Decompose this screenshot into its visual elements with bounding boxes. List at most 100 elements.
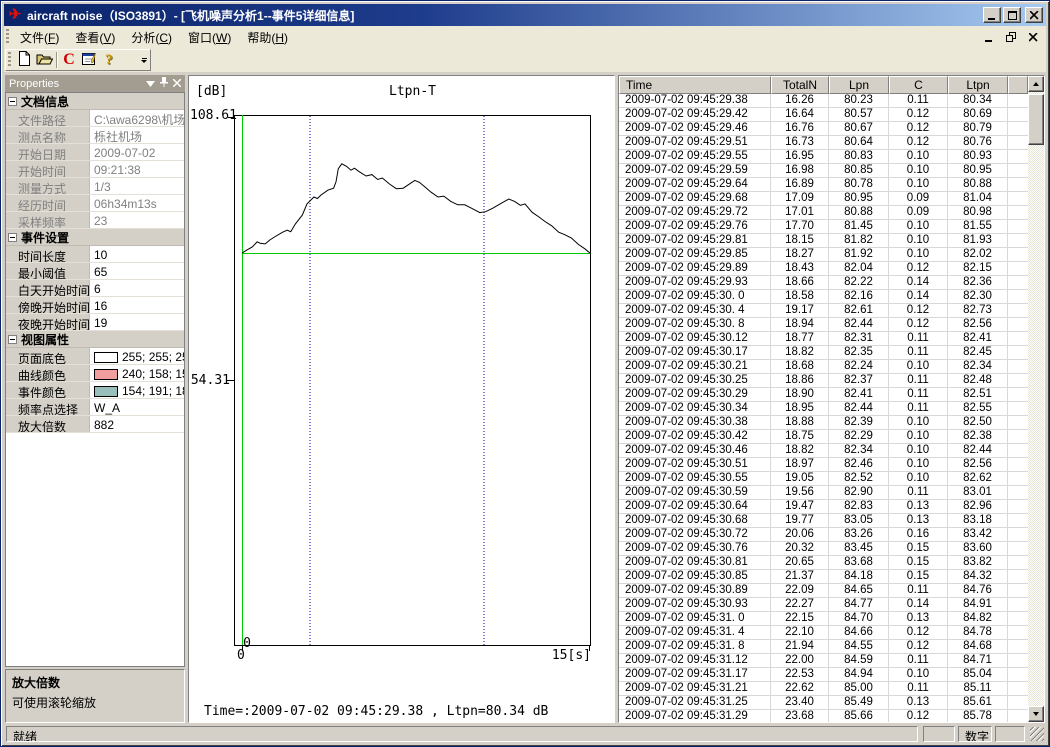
property-value[interactable]: 6 [90,280,184,296]
table-row[interactable]: 2009-07-02 09:45:30.5919.5682.900.1183.0… [619,486,1028,500]
property-row[interactable]: 放大倍数882 [6,416,184,433]
panel-menu-chevron-icon[interactable] [146,78,155,90]
scroll-down-button[interactable] [1028,706,1044,722]
table-row[interactable]: 2009-07-02 09:45:30.6419.4782.830.1382.9… [619,500,1028,514]
properties-button[interactable] [79,50,99,70]
menu-item-F[interactable]: 文件(F) [12,26,67,49]
table-row[interactable]: 2009-07-02 09:45:30. 018.5882.160.1482.3… [619,290,1028,304]
table-row[interactable]: 2009-07-02 09:45:30.3818.8882.390.1082.5… [619,416,1028,430]
table-row[interactable]: 2009-07-02 09:45:30.9322.2784.770.1484.9… [619,598,1028,612]
property-value[interactable]: 19 [90,314,184,330]
noise-level-plot[interactable] [234,115,591,646]
property-value[interactable]: 255; 255; 25 [90,348,184,364]
table-row[interactable]: 2009-07-02 09:45:31. 821.9484.550.1284.6… [619,640,1028,654]
panel-close-icon[interactable] [173,78,181,90]
property-row[interactable]: 采样频率23 [6,212,184,229]
property-value[interactable]: 65 [90,263,184,279]
property-value[interactable]: 10 [90,246,184,262]
table-row[interactable]: 2009-07-02 09:45:29.5116.7380.640.1280.7… [619,136,1028,150]
property-row[interactable]: 文件路径C:\awa6298\机场 [6,110,184,127]
table-row[interactable]: 2009-07-02 09:45:29.7217.0180.880.0980.9… [619,206,1028,220]
menu-item-H[interactable]: 帮助(H) [239,26,296,49]
property-value[interactable]: 154; 191; 18 [90,382,184,398]
properties-panel-header[interactable]: Properties [5,75,185,92]
new-document-button[interactable] [14,50,34,70]
property-section-header[interactable]: 视图属性 [6,331,184,348]
table-row[interactable]: 2009-07-02 09:45:30.2118.6882.240.1082.3… [619,360,1028,374]
table-row[interactable]: 2009-07-02 09:45:29.8918.4382.040.1282.1… [619,262,1028,276]
property-row[interactable]: 经历时间06h34m13s [6,195,184,212]
property-value[interactable]: 16 [90,297,184,313]
scrollbar-thumb[interactable] [1028,94,1044,145]
menu-item-W[interactable]: 窗口(W) [180,26,239,49]
column-header-lpn[interactable]: Lpn [829,76,889,94]
table-row[interactable]: 2009-07-02 09:45:29.6817.0980.950.0981.0… [619,192,1028,206]
column-header-c[interactable]: C [889,76,948,94]
resize-grip[interactable] [1030,727,1044,741]
property-row[interactable]: 开始日期2009-07-02 [6,144,184,161]
column-header-totaln[interactable]: TotalN [771,76,829,94]
table-row[interactable]: 2009-07-02 09:45:30.8922.0984.650.1184.7… [619,584,1028,598]
table-row[interactable]: 2009-07-02 09:45:29.8518.2781.920.1082.0… [619,248,1028,262]
mdi-restore-button[interactable] [1004,31,1018,44]
table-row[interactable]: 2009-07-02 09:45:30.4218.7582.290.1082.3… [619,430,1028,444]
table-row[interactable]: 2009-07-02 09:45:31.2122.6285.000.1185.1… [619,682,1028,696]
menu-grip[interactable] [6,29,9,45]
maximize-button[interactable] [1003,7,1021,23]
minimize-button[interactable] [983,7,1001,23]
table-row[interactable]: 2009-07-02 09:45:31. 022.1584.700.1384.8… [619,612,1028,626]
table-row[interactable]: 2009-07-02 09:45:29.4616.7680.670.1280.7… [619,122,1028,136]
column-header-time[interactable]: Time [619,76,771,94]
table-row[interactable]: 2009-07-02 09:45:31.1222.0084.590.1184.7… [619,654,1028,668]
table-row[interactable]: 2009-07-02 09:45:30.8521.3784.180.1584.3… [619,570,1028,584]
table-row[interactable]: 2009-07-02 09:45:29.3816.2680.230.1180.3… [619,94,1028,108]
table-row[interactable]: 2009-07-02 09:45:31. 422.1084.660.1284.7… [619,626,1028,640]
property-row[interactable]: 开始时间09:21:38 [6,161,184,178]
table-row[interactable]: 2009-07-02 09:45:30.3418.9582.440.1182.5… [619,402,1028,416]
table-row[interactable]: 2009-07-02 09:45:29.5516.9580.830.1080.9… [619,150,1028,164]
toolbar-grip[interactable] [8,52,11,68]
table-row[interactable]: 2009-07-02 09:45:31.1722.5384.940.1085.0… [619,668,1028,682]
property-section-header[interactable]: 事件设置 [6,229,184,246]
property-value[interactable]: 1/3 [90,178,184,194]
table-row[interactable]: 2009-07-02 09:45:29.4216.6480.570.1280.6… [619,108,1028,122]
property-row[interactable]: 最小阈值65 [6,263,184,280]
chart-panel[interactable]: [dB] Ltpn-T 108.61 54.31 0 0 15[s] Time=… [188,75,615,723]
table-row[interactable]: 2009-07-02 09:45:30.7620.3283.450.1583.6… [619,542,1028,556]
table-row[interactable]: 2009-07-02 09:45:30. 419.1782.610.1282.7… [619,304,1028,318]
table-row[interactable]: 2009-07-02 09:45:29.6416.8980.780.1080.8… [619,178,1028,192]
property-value[interactable]: 栎社机场 [90,127,184,143]
property-row[interactable]: 测量方式1/3 [6,178,184,195]
property-row[interactable]: 页面底色255; 255; 25 [6,348,184,365]
table-row[interactable]: 2009-07-02 09:45:30.4618.8282.340.1082.4… [619,444,1028,458]
collapse-minus-icon[interactable] [8,335,17,344]
table-row[interactable]: 2009-07-02 09:45:29.5916.9880.850.1080.9… [619,164,1028,178]
table-row[interactable]: 2009-07-02 09:45:30. 818.9482.440.1282.5… [619,318,1028,332]
property-row[interactable]: 夜晚开始时间19 [6,314,184,331]
scroll-up-button[interactable] [1028,76,1044,92]
table-row[interactable]: 2009-07-02 09:45:30.1218.7782.310.1182.4… [619,332,1028,346]
collapse-minus-icon[interactable] [8,233,17,242]
property-value[interactable]: 23 [90,212,184,228]
toolbar-overflow-button[interactable] [138,50,150,70]
column-header-ltpn[interactable]: Ltpn [948,76,1008,94]
property-value[interactable]: 09:21:38 [90,161,184,177]
property-section-header[interactable]: 文档信息 [6,93,184,110]
property-row[interactable]: 白天开始时间6 [6,280,184,297]
open-file-button[interactable] [34,50,54,70]
property-row[interactable]: 频率点选择W_A [6,399,184,416]
mdi-minimize-button[interactable] [982,31,996,44]
pin-icon[interactable] [160,77,168,90]
table-row[interactable]: 2009-07-02 09:45:30.5519.0582.520.1082.6… [619,472,1028,486]
property-value[interactable]: 882 [90,416,184,432]
table-scrollbar[interactable] [1028,76,1044,722]
property-row[interactable]: 事件颜色154; 191; 18 [6,382,184,399]
calibration-button[interactable]: C [59,50,79,70]
table-row[interactable]: 2009-07-02 09:45:30.2518.8682.370.1182.4… [619,374,1028,388]
help-button[interactable]: ? [99,50,119,70]
close-button[interactable] [1025,7,1043,23]
menu-item-C[interactable]: 分析(C) [123,26,180,49]
property-row[interactable]: 曲线颜色240; 158; 15 [6,365,184,382]
table-row[interactable]: 2009-07-02 09:45:31.2523.4085.490.1385.6… [619,696,1028,710]
property-value[interactable]: 240; 158; 15 [90,365,184,381]
